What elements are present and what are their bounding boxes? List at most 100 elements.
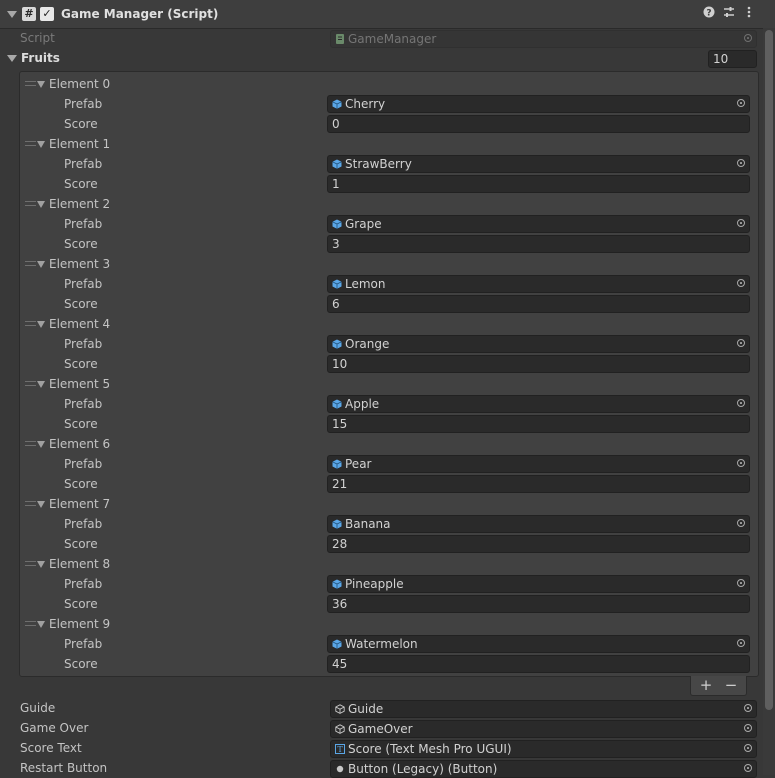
- object-picker-icon[interactable]: [737, 159, 745, 167]
- element-label: Element 2: [49, 197, 111, 211]
- drag-handle-icon[interactable]: [25, 501, 36, 506]
- component-enabled-checkbox[interactable]: ✓: [40, 7, 54, 21]
- prefab-value: Pear: [345, 457, 372, 471]
- prefab-field[interactable]: StrawBerry: [327, 155, 750, 173]
- prefab-icon: [332, 99, 342, 109]
- drag-handle-icon[interactable]: [25, 81, 36, 86]
- drag-handle-icon[interactable]: [25, 621, 36, 626]
- object-picker-icon[interactable]: [744, 704, 752, 712]
- score-label: Score: [64, 597, 98, 611]
- object-picker-icon[interactable]: [744, 764, 752, 772]
- script-file-icon: [336, 34, 344, 44]
- prefab-icon: [332, 279, 342, 289]
- score-field[interactable]: 36: [327, 595, 750, 613]
- script-value: GameManager: [348, 32, 437, 46]
- prefab-label: Prefab: [64, 397, 103, 411]
- object-picker-icon[interactable]: [737, 519, 745, 527]
- preset-sliders-icon[interactable]: [721, 6, 737, 22]
- more-vertical-icon[interactable]: [741, 6, 757, 22]
- object-field[interactable]: T Score (Text Mesh Pro UGUI): [330, 740, 757, 758]
- score-field[interactable]: 3: [327, 235, 750, 253]
- score-label: Score: [64, 657, 98, 671]
- score-field[interactable]: 28: [327, 535, 750, 553]
- score-field[interactable]: 0: [327, 115, 750, 133]
- prefab-label: Prefab: [64, 277, 103, 291]
- object-picker-icon[interactable]: [737, 639, 745, 647]
- component-header: # ✓ Game Manager (Script) ?: [0, 0, 775, 29]
- object-picker-icon[interactable]: [737, 339, 745, 347]
- component-title: Game Manager (Script): [61, 7, 219, 21]
- gameobject-icon: [335, 724, 345, 734]
- object-field[interactable]: GameOver: [330, 720, 757, 738]
- drag-handle-icon[interactable]: [25, 441, 36, 446]
- object-field[interactable]: Guide: [330, 700, 757, 718]
- prefab-label: Prefab: [64, 97, 103, 111]
- script-field[interactable]: GameManager: [330, 30, 757, 48]
- object-picker-icon[interactable]: [737, 579, 745, 587]
- element-label: Element 1: [49, 137, 111, 151]
- prefab-field[interactable]: Banana: [327, 515, 750, 533]
- prefab-field[interactable]: Pear: [327, 455, 750, 473]
- scrollbar-thumb[interactable]: [765, 30, 773, 710]
- element-foldout-icon[interactable]: [37, 501, 45, 508]
- element-foldout-icon[interactable]: [37, 321, 45, 328]
- element-foldout-icon[interactable]: [37, 381, 45, 388]
- add-element-button[interactable]: +: [694, 676, 718, 694]
- prefab-field[interactable]: Lemon: [327, 275, 750, 293]
- prefab-field[interactable]: Pineapple: [327, 575, 750, 593]
- element-label: Element 7: [49, 497, 111, 511]
- element-foldout-icon[interactable]: [37, 201, 45, 208]
- element-foldout-icon[interactable]: [37, 441, 45, 448]
- score-field[interactable]: 15: [327, 415, 750, 433]
- element-label: Element 3: [49, 257, 111, 271]
- text-mesh-pro-icon: T: [335, 744, 345, 754]
- remove-element-button[interactable]: −: [719, 676, 743, 694]
- object-picker-icon[interactable]: [737, 99, 745, 107]
- prefab-field[interactable]: Watermelon: [327, 635, 750, 653]
- score-field[interactable]: 6: [327, 295, 750, 313]
- score-field[interactable]: 21: [327, 475, 750, 493]
- prefab-label: Prefab: [64, 217, 103, 231]
- score-label: Score: [64, 177, 98, 191]
- prefab-label: Prefab: [64, 637, 103, 651]
- object-picker-icon[interactable]: [744, 724, 752, 732]
- prefab-field[interactable]: Orange: [327, 335, 750, 353]
- element-foldout-icon[interactable]: [37, 81, 45, 88]
- object-picker-icon[interactable]: [737, 279, 745, 287]
- object-field[interactable]: Button (Legacy) (Button): [330, 760, 757, 778]
- prefab-icon: [332, 519, 342, 529]
- score-field[interactable]: 10: [327, 355, 750, 373]
- element-label: Element 9: [49, 617, 111, 631]
- object-picker-icon[interactable]: [737, 219, 745, 227]
- object-picker-icon[interactable]: [737, 459, 745, 467]
- element-foldout-icon[interactable]: [37, 141, 45, 148]
- drag-handle-icon[interactable]: [25, 381, 36, 386]
- prefab-value: Apple: [345, 397, 380, 411]
- fruits-size-field[interactable]: 10: [708, 50, 757, 68]
- field-label: Restart Button: [20, 761, 108, 775]
- drag-handle-icon[interactable]: [25, 201, 36, 206]
- drag-handle-icon[interactable]: [25, 561, 36, 566]
- fruits-foldout-icon[interactable]: [7, 55, 17, 62]
- object-picker-icon[interactable]: [737, 399, 745, 407]
- prefab-field[interactable]: Grape: [327, 215, 750, 233]
- score-field[interactable]: 45: [327, 655, 750, 673]
- element-foldout-icon[interactable]: [37, 621, 45, 628]
- component-foldout-icon[interactable]: [7, 11, 17, 18]
- field-label: Guide: [20, 701, 56, 715]
- object-picker-icon[interactable]: [744, 744, 752, 752]
- score-field[interactable]: 1: [327, 175, 750, 193]
- drag-handle-icon[interactable]: [25, 321, 36, 326]
- element-foldout-icon[interactable]: [37, 261, 45, 268]
- element-label: Element 0: [49, 77, 111, 91]
- help-icon[interactable]: ?: [701, 6, 717, 22]
- object-picker-icon[interactable]: [744, 34, 752, 42]
- drag-handle-icon[interactable]: [25, 141, 36, 146]
- element-foldout-icon[interactable]: [37, 561, 45, 568]
- prefab-field[interactable]: Cherry: [327, 95, 750, 113]
- prefab-label: Prefab: [64, 337, 103, 351]
- prefab-field[interactable]: Apple: [327, 395, 750, 413]
- prefab-icon: [332, 219, 342, 229]
- drag-handle-icon[interactable]: [25, 261, 36, 266]
- prefab-icon: [332, 399, 342, 409]
